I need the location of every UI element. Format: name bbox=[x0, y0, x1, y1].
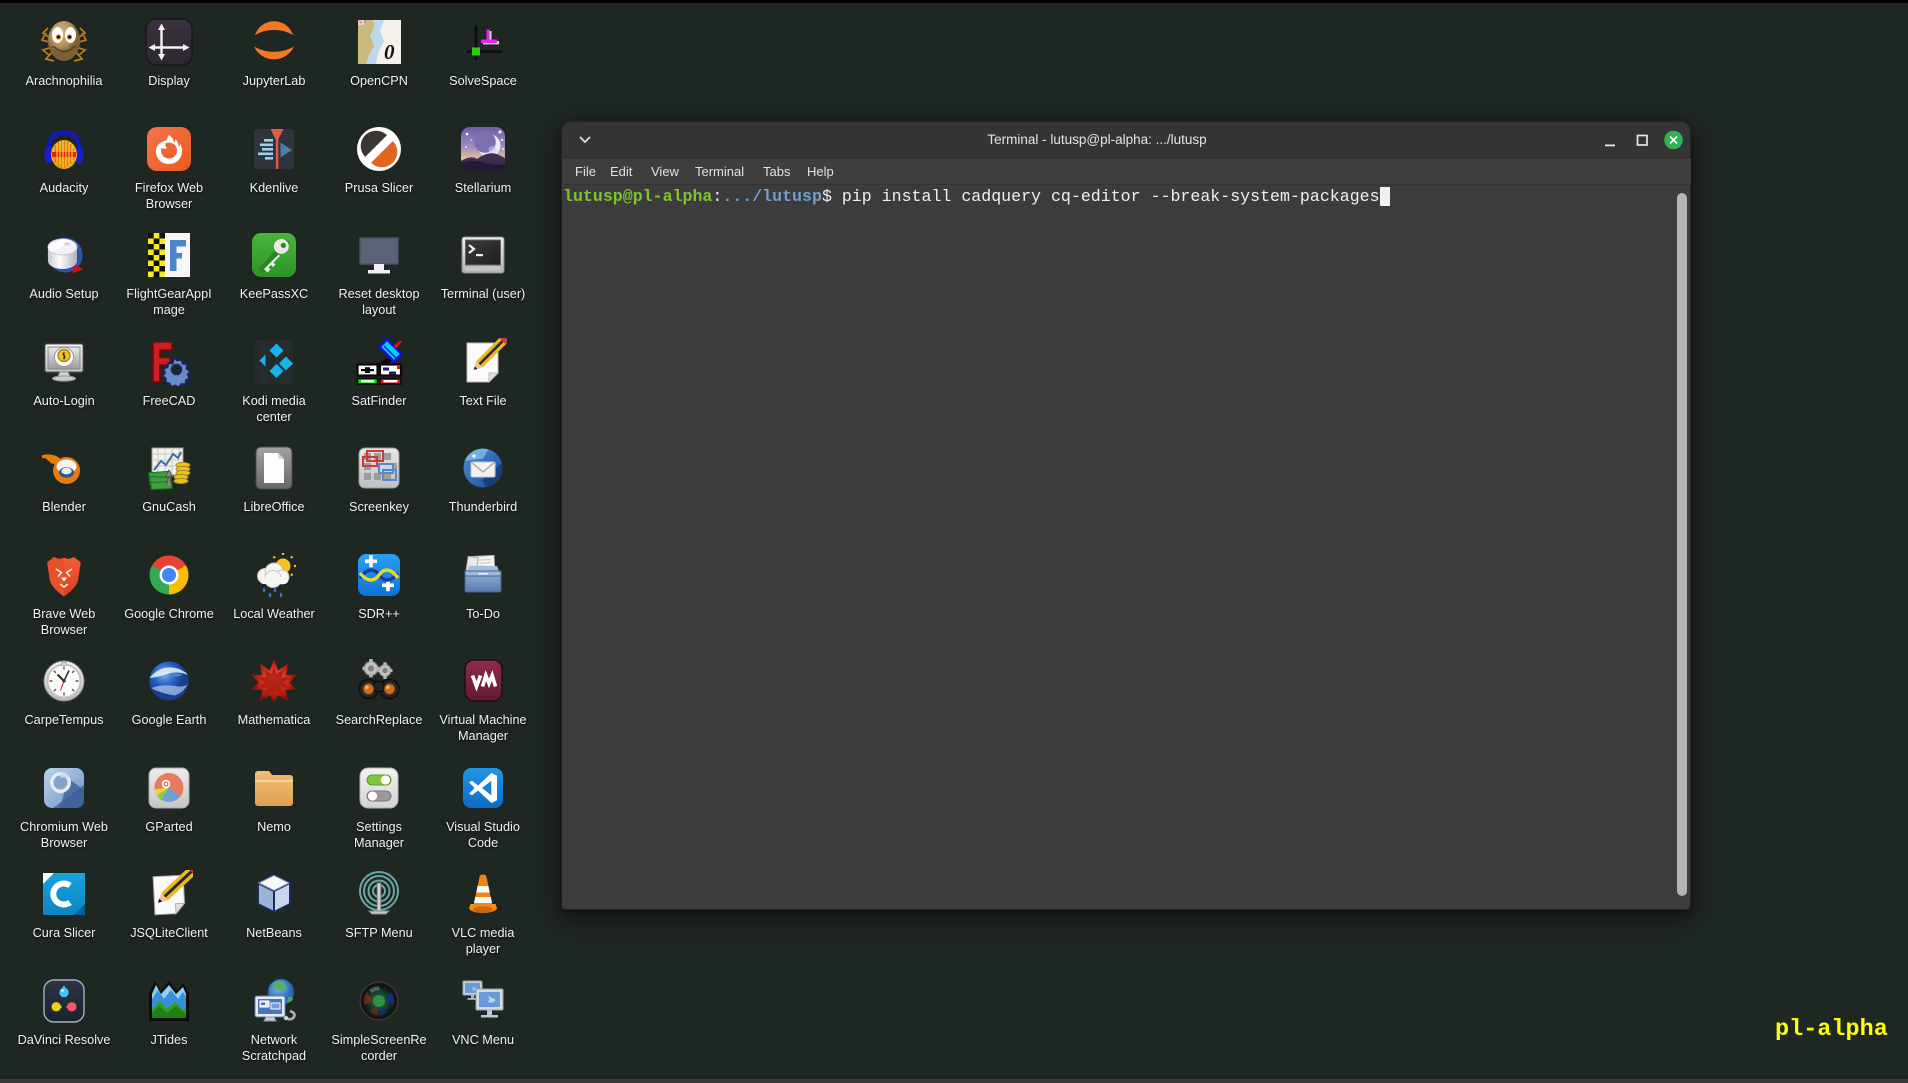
svg-text:0: 0 bbox=[384, 40, 395, 64]
